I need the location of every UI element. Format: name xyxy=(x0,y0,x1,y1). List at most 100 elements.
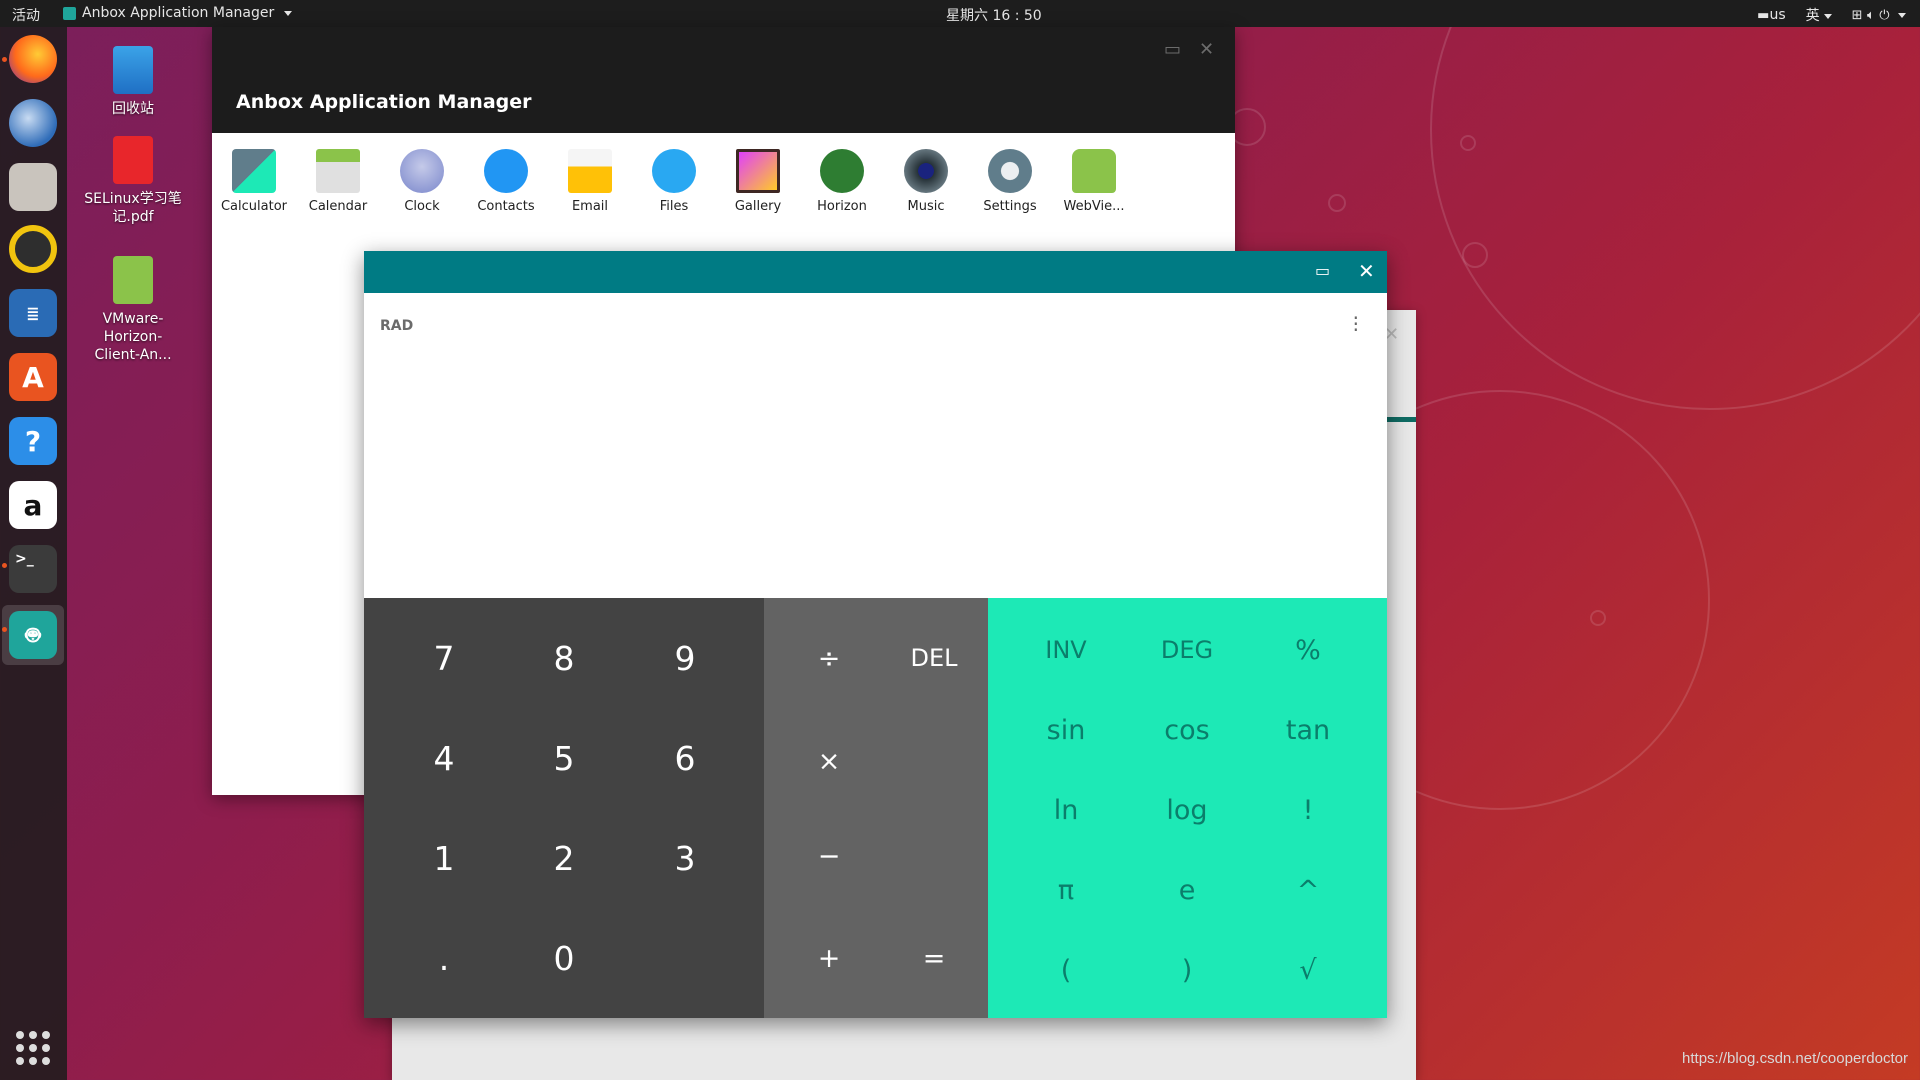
maximize-icon[interactable]: ▭ xyxy=(1164,39,1181,60)
app-settings[interactable]: Settings xyxy=(968,149,1052,214)
key-cos[interactable]: cos xyxy=(1127,700,1247,760)
key-equals[interactable]: = xyxy=(869,928,999,988)
close-icon[interactable]: ✕ xyxy=(1358,259,1375,283)
app-menu-label: Anbox Application Manager xyxy=(82,5,275,21)
system-tray: ▬us 英 ⊞ 🔈︎ ⏻ xyxy=(1757,5,1906,25)
chevron-down-icon xyxy=(1823,13,1832,19)
desktop-icon-trash[interactable]: 回收站 xyxy=(83,46,183,118)
app-contacts[interactable]: Contacts xyxy=(464,149,548,214)
app-files[interactable]: Files xyxy=(632,149,716,214)
help-icon[interactable]: ? xyxy=(9,417,57,465)
numeric-pad: 7 8 9 4 5 6 1 2 3 . 0 xyxy=(364,598,764,1018)
key-4[interactable]: 4 xyxy=(394,728,494,788)
files-icon xyxy=(652,149,696,193)
app-webview[interactable]: WebVie... xyxy=(1052,149,1136,214)
key-delete[interactable]: DEL xyxy=(869,628,999,688)
power-icon: ⏻ xyxy=(1879,8,1890,23)
key-close-paren[interactable]: ) xyxy=(1127,940,1247,1000)
running-indicator xyxy=(2,57,7,62)
system-menu[interactable]: ⊞ 🔈︎ ⏻ xyxy=(1852,7,1906,23)
activities-button[interactable]: 活动 xyxy=(12,5,40,25)
calculator-window: ▭ ✕ RAD · · · 7 8 9 4 5 6 1 2 3 . 0 ÷ DEL … xyxy=(364,251,1387,1018)
overflow-menu-icon[interactable]: · · · xyxy=(1353,308,1359,340)
key-e[interactable]: e xyxy=(1127,860,1247,920)
app-email[interactable]: Email xyxy=(548,149,632,214)
app-music[interactable]: Music xyxy=(884,149,968,214)
tab-indicator xyxy=(1385,417,1416,422)
wallpaper-circle xyxy=(1430,0,1920,410)
clock[interactable]: 星期六 16 : 50 xyxy=(946,5,1042,25)
key-3[interactable]: 3 xyxy=(635,828,735,888)
key-ln[interactable]: ln xyxy=(1006,780,1126,840)
top-bar: 活动 Anbox Application Manager 星期六 16 : 50… xyxy=(0,0,1920,27)
advanced-pad: INV DEG % sin cos tan ln log ! π e ^ ( )… xyxy=(988,598,1387,1018)
calculator-display: RAD · · · xyxy=(364,293,1387,598)
desktop-icon-label: 回收站 xyxy=(112,101,154,117)
writer-icon[interactable]: ≣ xyxy=(9,289,57,337)
key-7[interactable]: 7 xyxy=(394,628,494,688)
close-icon[interactable]: ✕ xyxy=(1199,39,1214,60)
software-center-icon[interactable]: A xyxy=(9,353,57,401)
app-gallery[interactable]: Gallery xyxy=(716,149,800,214)
key-multiply[interactable]: × xyxy=(764,731,894,791)
app-horizon[interactable]: Horizon xyxy=(800,149,884,214)
key-power[interactable]: ^ xyxy=(1248,860,1368,920)
dock: ≣ A ? a >_ 🤖︎ xyxy=(0,27,67,1080)
key-0[interactable]: 0 xyxy=(514,928,614,988)
contacts-icon xyxy=(484,149,528,193)
gallery-icon xyxy=(736,149,780,193)
key-open-paren[interactable]: ( xyxy=(1006,940,1126,1000)
key-subtract[interactable]: − xyxy=(764,826,894,886)
calculator-titlebar: ▭ ✕ xyxy=(364,251,1387,293)
files-icon[interactable] xyxy=(9,163,57,211)
key-percent[interactable]: % xyxy=(1248,620,1368,680)
keyboard-layout[interactable]: ▬us xyxy=(1757,7,1785,23)
input-method[interactable]: 英 xyxy=(1806,5,1832,25)
angle-mode-indicator: RAD xyxy=(380,318,414,334)
key-2[interactable]: 2 xyxy=(514,828,614,888)
key-sin[interactable]: sin xyxy=(1006,700,1126,760)
app-clock[interactable]: Clock xyxy=(380,149,464,214)
key-pi[interactable]: π xyxy=(1006,860,1126,920)
key-decimal[interactable]: . xyxy=(394,928,494,988)
app-calendar[interactable]: Calendar xyxy=(296,149,380,214)
clock-icon xyxy=(400,149,444,193)
maximize-icon[interactable]: ▭ xyxy=(1315,261,1330,280)
show-applications-icon[interactable] xyxy=(16,1031,50,1065)
key-8[interactable]: 8 xyxy=(514,628,614,688)
key-6[interactable]: 6 xyxy=(635,728,735,788)
running-indicator xyxy=(2,627,7,632)
terminal-icon[interactable]: >_ xyxy=(9,545,57,593)
key-9[interactable]: 9 xyxy=(635,628,735,688)
key-deg[interactable]: DEG xyxy=(1127,620,1247,680)
key-tan[interactable]: tan xyxy=(1248,700,1368,760)
key-factorial[interactable]: ! xyxy=(1248,780,1368,840)
app-menu[interactable]: Anbox Application Manager xyxy=(63,5,293,21)
app-calculator[interactable]: Calculator xyxy=(212,149,296,214)
key-1[interactable]: 1 xyxy=(394,828,494,888)
rhythmbox-icon[interactable] xyxy=(9,225,57,273)
gear-icon xyxy=(988,149,1032,193)
app-grid: Calculator Calendar Clock Contacts Email… xyxy=(212,149,1136,214)
key-sqrt[interactable]: √ xyxy=(1248,940,1368,1000)
running-indicator xyxy=(2,563,7,568)
desktop-icon-apk[interactable]: VMware-Horizon-Client-An... xyxy=(83,256,183,364)
key-log[interactable]: log xyxy=(1127,780,1247,840)
anbox-icon xyxy=(63,6,76,20)
anbox-android-icon[interactable]: 🤖︎ xyxy=(9,611,57,659)
amazon-icon[interactable]: a xyxy=(9,481,57,529)
key-inv[interactable]: INV xyxy=(1006,620,1126,680)
desktop-icon-pdf[interactable]: SELinux学习笔记.pdf xyxy=(83,136,183,226)
thunderbird-icon[interactable] xyxy=(9,99,57,147)
music-icon xyxy=(904,149,948,193)
key-5[interactable]: 5 xyxy=(514,728,614,788)
firefox-icon[interactable] xyxy=(9,35,57,83)
horizon-icon xyxy=(820,149,864,193)
keyboard-icon: ▬ xyxy=(1757,8,1770,23)
manager-title: Anbox Application Manager xyxy=(236,91,532,113)
manager-header: ▭ ✕ Anbox Application Manager xyxy=(212,27,1235,133)
chevron-down-icon xyxy=(284,10,293,16)
operator-pad: ÷ DEL × − + = xyxy=(764,598,988,1018)
desktop-icon-label: VMware-Horizon-Client-An... xyxy=(94,311,172,363)
pdf-icon xyxy=(113,136,153,184)
